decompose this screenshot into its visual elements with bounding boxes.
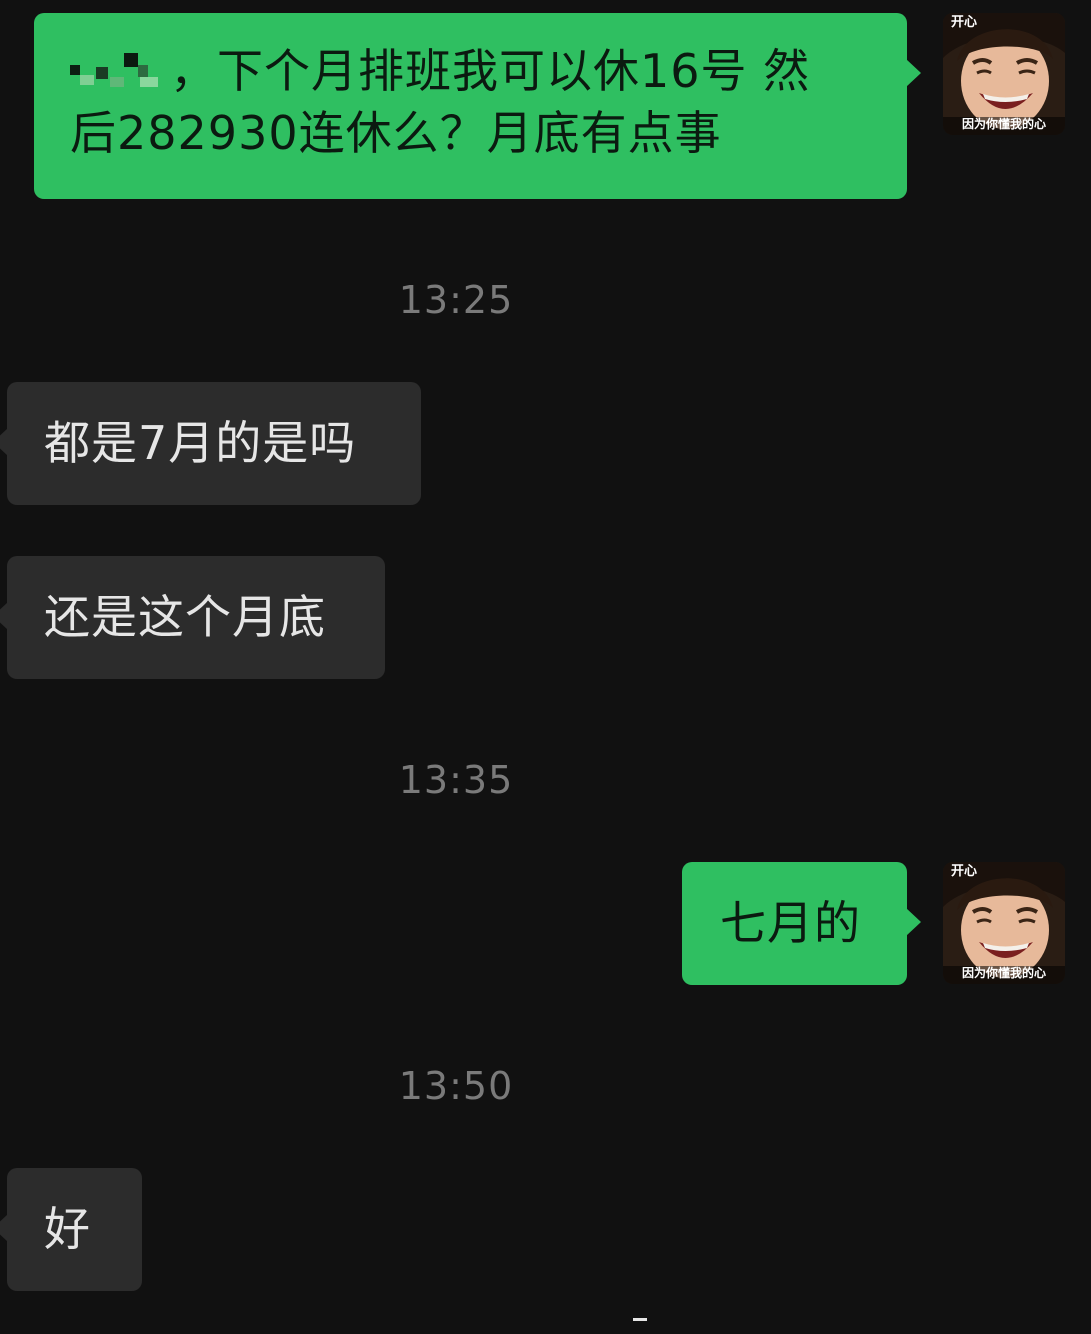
message-text: 好: [44, 1202, 91, 1256]
message-line-1: ，下个月排班我可以休16号 然: [70, 40, 877, 102]
outgoing-message-bubble[interactable]: ，下个月排班我可以休16号 然 后282930连休么？月底有点事: [34, 13, 921, 199]
user-avatar[interactable]: 开心 因为你懂我的心: [943, 862, 1065, 984]
message-text: 还是这个月底: [44, 590, 326, 644]
message-text: 七月的: [720, 896, 861, 950]
home-indicator: [633, 1318, 647, 1321]
avatar-caption-top: 开心: [951, 864, 978, 879]
redacted-name-mosaic: [70, 51, 170, 91]
user-avatar[interactable]: 开心 因为你懂我的心: [943, 13, 1065, 135]
avatar-caption-top: 开心: [951, 15, 978, 30]
message-timestamp: 13:25: [398, 278, 514, 322]
incoming-message-bubble[interactable]: 都是7月的是吗: [0, 382, 421, 505]
incoming-message-bubble[interactable]: 还是这个月底: [0, 556, 385, 679]
avatar-caption-bottom: 因为你懂我的心: [961, 966, 1046, 980]
message-text-line-1: ，下个月排班我可以休16号 然: [170, 44, 811, 98]
avatar-caption-bottom: 因为你懂我的心: [961, 117, 1046, 131]
incoming-message-bubble[interactable]: 好: [0, 1168, 142, 1291]
message-text: 都是7月的是吗: [44, 416, 357, 470]
outgoing-message-bubble[interactable]: 七月的: [682, 862, 921, 985]
message-timestamp: 13:35: [398, 758, 514, 802]
message-text-line-2: 后282930连休么？月底有点事: [70, 106, 722, 160]
message-timestamp: 13:50: [398, 1064, 514, 1108]
